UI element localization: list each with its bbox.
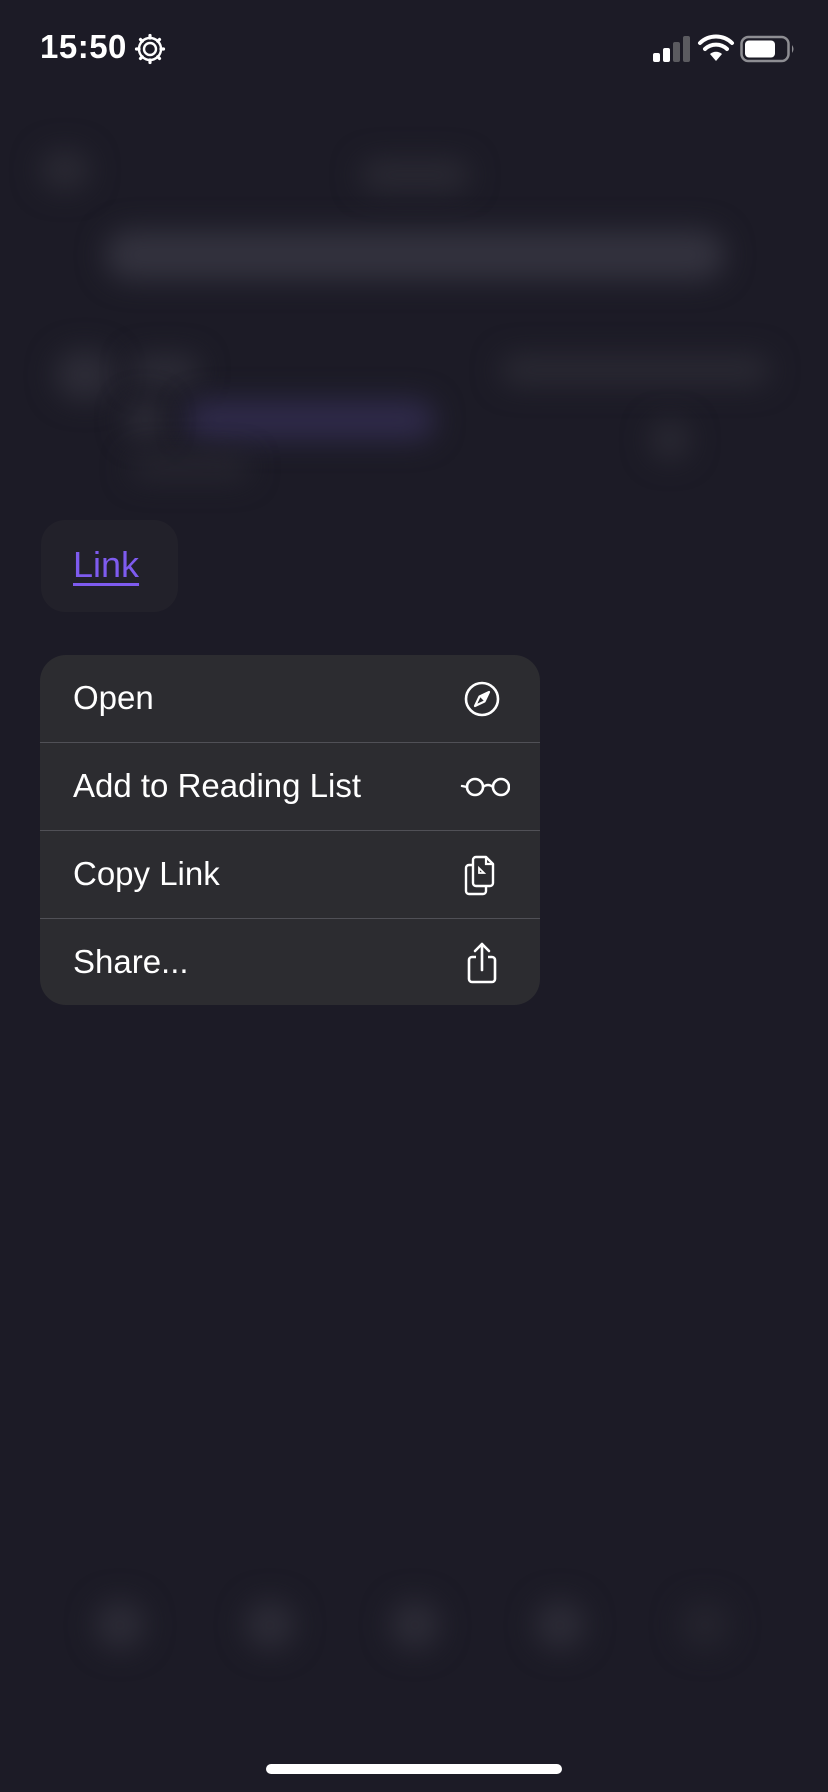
blurred-subtext-2 [130, 455, 250, 480]
menu-item-open[interactable]: Open [40, 655, 540, 743]
settings-gear-icon [134, 33, 166, 65]
menu-item-label: Open [73, 679, 154, 716]
blurred-subtext [125, 400, 165, 440]
wifi-icon [698, 34, 734, 61]
blurred-tab-4 [535, 1600, 585, 1650]
glasses-icon [460, 777, 510, 797]
compass-icon [464, 681, 500, 717]
menu-item-label: Copy Link [73, 855, 220, 892]
battery-icon [740, 35, 794, 63]
cellular-signal-icon [653, 36, 690, 62]
share-icon [467, 942, 497, 984]
blurred-heading [105, 230, 725, 280]
blurred-tab-3 [390, 1600, 440, 1650]
status-time: 15:50 [40, 28, 127, 65]
blurred-nav-title [360, 160, 470, 190]
link-preview[interactable]: Link [41, 520, 178, 612]
menu-item-label: Add to Reading List [73, 767, 362, 804]
blurred-back-button [40, 150, 90, 190]
blurred-tab-2 [245, 1600, 295, 1650]
copy-documents-icon [464, 855, 495, 896]
status-bar: 15:50 [0, 0, 828, 100]
home-indicator[interactable] [266, 1764, 562, 1774]
blurred-tag [185, 400, 435, 440]
blurred-tab-1 [95, 1600, 145, 1650]
menu-item-add-to-reading-list[interactable]: Add to Reading List [40, 743, 540, 831]
link-text[interactable]: Link [73, 544, 139, 586]
blurred-date [500, 355, 770, 385]
blurred-meta [130, 355, 200, 385]
blurred-tab-5 [680, 1600, 730, 1650]
blurred-avatar [55, 350, 115, 400]
menu-item-share[interactable]: Share... [40, 919, 540, 1005]
menu-item-label: Share... [73, 943, 189, 980]
blurred-right-dot [650, 420, 690, 460]
menu-item-copy-link[interactable]: Copy Link [40, 831, 540, 919]
context-menu: Open Add to Reading List Copy Link Share… [40, 655, 540, 1005]
